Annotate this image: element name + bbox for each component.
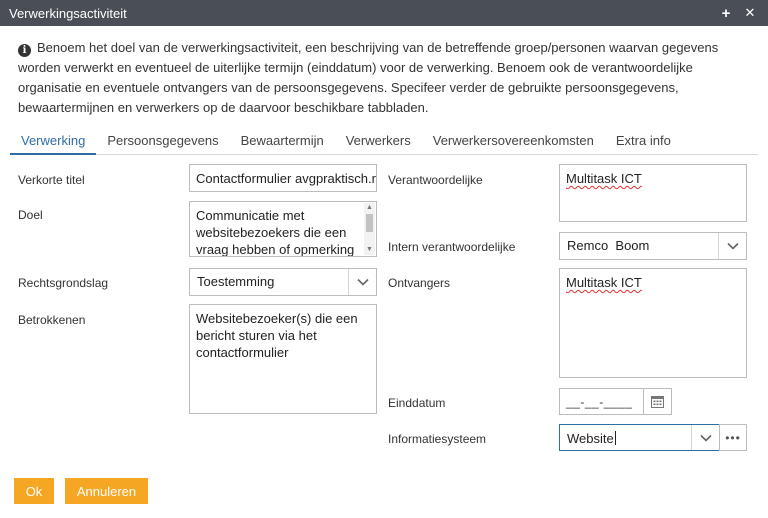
einddatum-label: Einddatum [388, 396, 446, 410]
info-text: i Benoem het doel van de verwerkingsactiv… [18, 38, 756, 118]
rechtsgrondslag-select[interactable]: Toestemming [189, 268, 377, 296]
informatiesysteem-select[interactable]: Website [559, 424, 720, 451]
informatiesysteem-label: Informatiesysteem [388, 432, 487, 446]
doel-textarea[interactable]: Communicatie met websitebezoekers die ee… [189, 201, 377, 257]
tab-bar: Verwerking Persoonsgegevens Bewaartermij… [10, 130, 758, 155]
verkorte-titel-input[interactable]: Contactformulier avgpraktisch.r [189, 164, 377, 192]
informatiesysteem-value: Website [567, 431, 614, 446]
text-caret [614, 431, 616, 445]
tab-extra-info[interactable]: Extra info [605, 130, 682, 155]
doel-value: Communicatie met websitebezoekers die ee… [196, 208, 355, 257]
rechtsgrondslag-label: Rechtsgrondslag [18, 276, 109, 290]
doel-label: Doel [18, 208, 43, 222]
verkorte-titel-label: Verkorte titel [18, 173, 85, 187]
info-icon: i [18, 44, 31, 57]
ok-button[interactable]: Ok [14, 478, 54, 504]
calendar-button[interactable] [643, 388, 672, 415]
doel-scrollbar[interactable]: ▲ ▼ [364, 203, 375, 255]
dialog-titlebar: Verwerkingsactiviteit + ✕ [0, 0, 768, 26]
einddatum-input[interactable]: __-__-____ [559, 388, 644, 415]
verkorte-titel-value: Contactformulier avgpraktisch.r [196, 171, 376, 186]
tab-persoonsgegevens[interactable]: Persoonsgegevens [96, 130, 229, 155]
verantwoordelijke-textarea[interactable]: Multitask ICT [559, 164, 747, 222]
ontvangers-value: Multitask ICT [566, 275, 642, 290]
chevron-down-icon[interactable] [691, 425, 719, 450]
scroll-thumb[interactable] [366, 214, 373, 232]
ontvangers-textarea[interactable]: Multitask ICT [559, 268, 747, 378]
tab-bewaartermijn[interactable]: Bewaartermijn [230, 130, 335, 155]
tab-verwerkers[interactable]: Verwerkers [335, 130, 422, 155]
chevron-down-icon[interactable] [348, 269, 376, 295]
intern-verantwoordelijke-label: Intern verantwoordelijke [388, 240, 516, 254]
more-options-button[interactable]: ••• [719, 424, 747, 451]
ellipsis-icon: ••• [725, 430, 741, 445]
rechtsgrondslag-value: Toestemming [197, 274, 275, 289]
dialog-title: Verwerkingsactiviteit [9, 5, 127, 21]
tab-verwerking[interactable]: Verwerking [10, 130, 97, 155]
betrokkenen-label: Betrokkenen [18, 313, 86, 327]
einddatum-placeholder: __-__-____ [566, 395, 633, 409]
betrokkenen-textarea[interactable]: Websitebezoeker(s) die een bericht sture… [189, 304, 377, 414]
cancel-button[interactable]: Annuleren [65, 478, 148, 504]
verantwoordelijke-value: Multitask ICT [566, 171, 642, 186]
info-message: Benoem het doel van de verwerkingsactivi… [18, 40, 719, 115]
add-icon[interactable]: + [716, 3, 736, 23]
chevron-down-icon[interactable] [718, 233, 746, 259]
tab-verwerkersovereenkomsten[interactable]: Verwerkersovereenkomsten [422, 130, 605, 155]
calendar-icon [651, 396, 664, 408]
scroll-down-icon[interactable]: ▼ [364, 245, 375, 255]
intern-verantwoordelijke-value: Remco Boom [567, 238, 650, 253]
scroll-up-icon[interactable]: ▲ [364, 203, 375, 213]
betrokkenen-value: Websitebezoeker(s) die een bericht sture… [196, 311, 358, 360]
intern-verantwoordelijke-select[interactable]: Remco Boom [559, 232, 747, 260]
close-icon[interactable]: ✕ [740, 3, 760, 23]
verantwoordelijke-label: Verantwoordelijke [388, 173, 483, 187]
ontvangers-label: Ontvangers [388, 276, 451, 290]
